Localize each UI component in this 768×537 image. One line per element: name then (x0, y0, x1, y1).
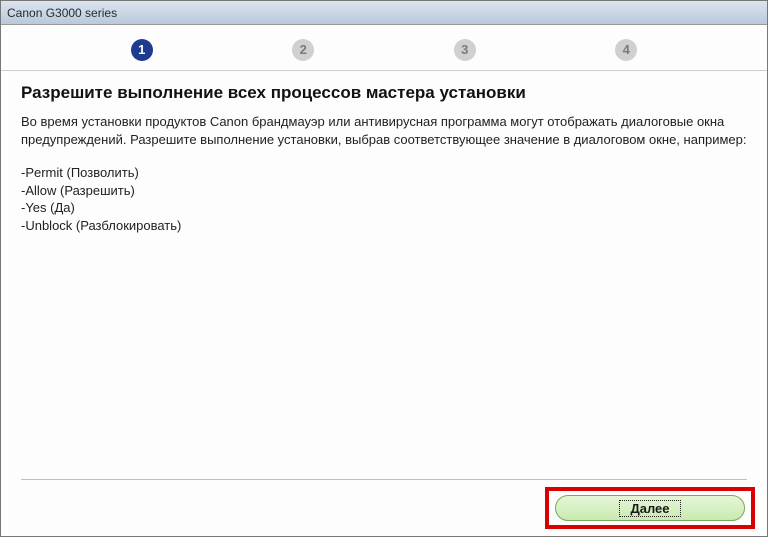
content-spacer (21, 234, 747, 479)
next-button-label: Далее (619, 500, 680, 517)
step-indicator: 1 2 3 4 (1, 25, 767, 71)
option-yes: -Yes (Да) (21, 199, 747, 217)
page-heading: Разрешите выполнение всех процессов маст… (21, 83, 747, 103)
content-area: Разрешите выполнение всех процессов маст… (1, 71, 767, 480)
step-3: 3 (454, 39, 476, 61)
option-unblock: -Unblock (Разблокировать) (21, 217, 747, 235)
footer-bar: Далее (1, 480, 767, 536)
options-list: -Permit (Позволить) -Allow (Разрешить) -… (21, 164, 747, 234)
window-titlebar: Canon G3000 series (1, 1, 767, 25)
body-text: Во время установки продуктов Canon бранд… (21, 113, 747, 148)
step-1-active: 1 (131, 39, 153, 61)
next-button[interactable]: Далее (555, 495, 745, 521)
window-title: Canon G3000 series (7, 6, 117, 20)
step-4: 4 (615, 39, 637, 61)
next-button-highlight: Далее (545, 487, 755, 529)
installer-window: Canon G3000 series 1 2 3 4 Разрешите вып… (0, 0, 768, 537)
option-allow: -Allow (Разрешить) (21, 182, 747, 200)
option-permit: -Permit (Позволить) (21, 164, 747, 182)
step-2: 2 (292, 39, 314, 61)
